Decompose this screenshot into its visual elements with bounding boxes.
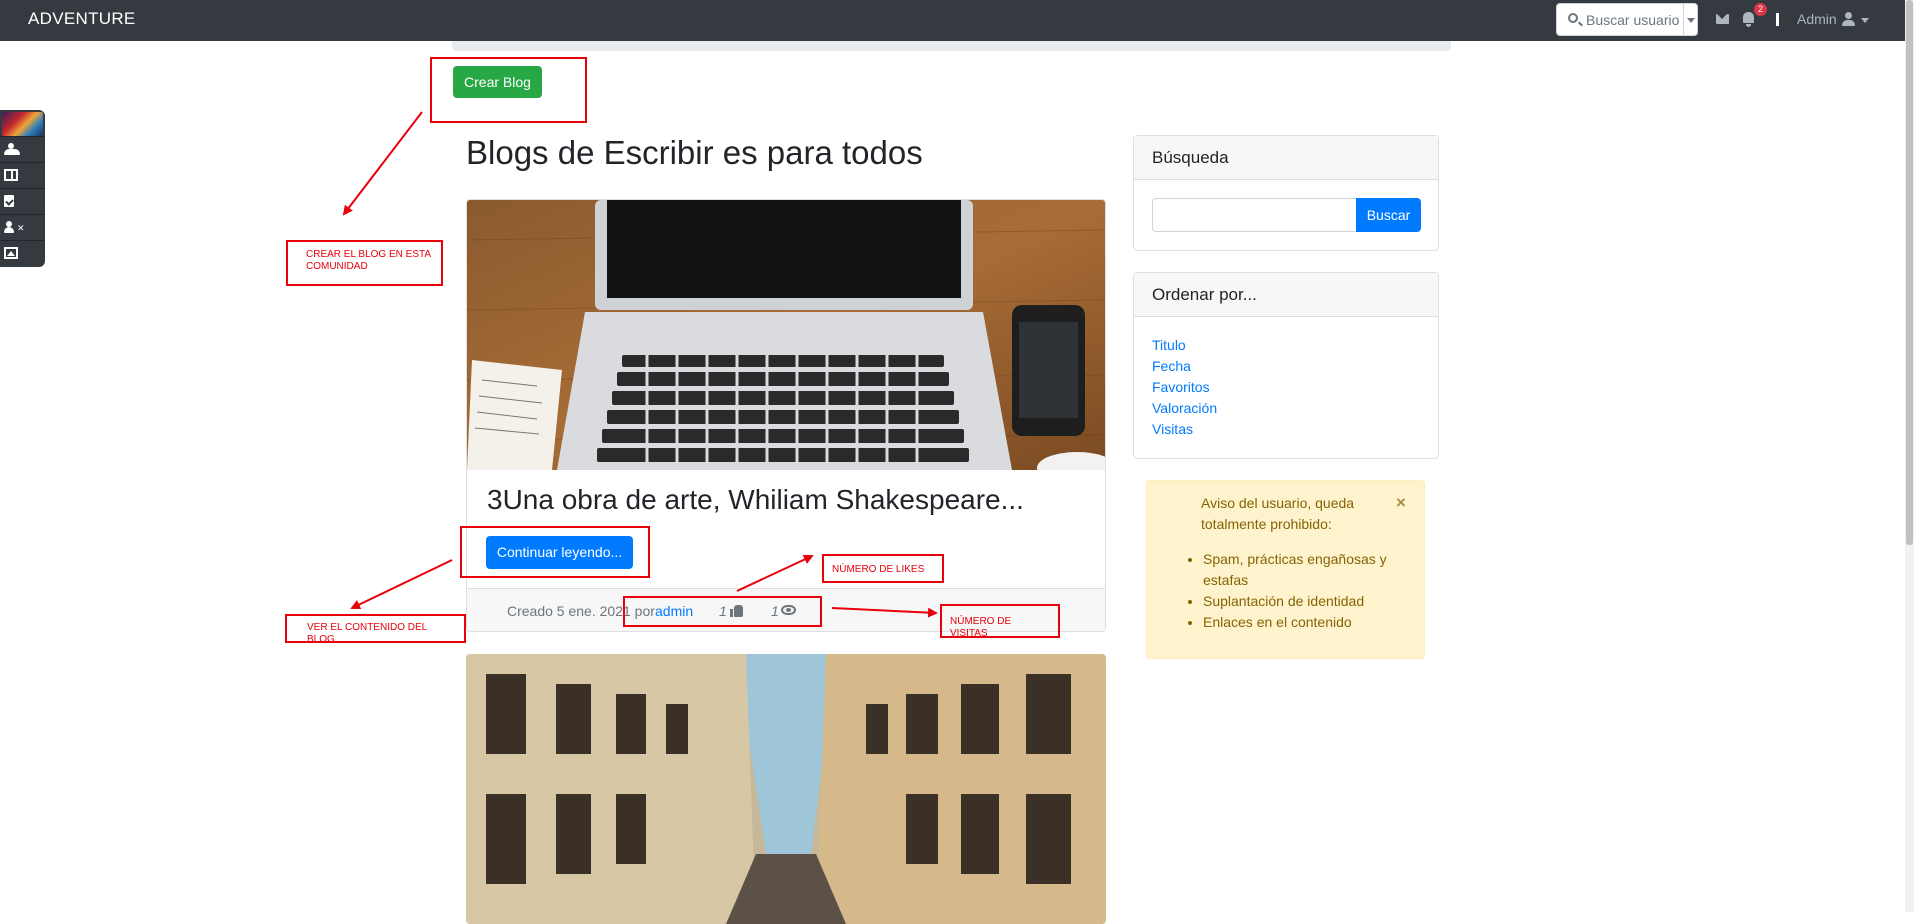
order-link-title[interactable]: Titulo [1152,337,1186,353]
chevron-down-icon[interactable] [1861,18,1869,23]
annotation-view-content: VER EL CONTENIDO DEL BLOG [285,614,466,645]
user-icon[interactable] [1842,12,1855,26]
order-link-date[interactable]: Fecha [1152,358,1191,374]
search-dropdown-toggle[interactable] [1683,3,1698,36]
notice-item: Enlaces en el contenido [1203,612,1425,633]
bell-icon[interactable] [1743,12,1754,27]
scrollbar-thumb[interactable] [1906,0,1913,545]
search-panel: Búsqueda Buscar [1133,135,1439,251]
notification-badge: 2 [1754,3,1767,16]
blog-cover-image[interactable] [467,200,1105,470]
toolbar-item-gallery[interactable] [0,240,45,265]
blog-title[interactable]: 3Una obra de arte, Whiliam Shakespeare..… [487,484,1024,516]
left-toolbar: ✕ [0,110,45,267]
user-search-placeholder: Buscar usuario [1586,12,1680,28]
page-title: Blogs de Escribir es para todos [466,134,923,171]
annotation-box-footer-stats [623,596,822,627]
order-panel: Ordenar por... Titulo Fecha Favoritos Va… [1133,272,1439,459]
book-icon [4,169,18,181]
user-menu-name[interactable]: Admin [1797,11,1837,27]
nav-separator [1776,13,1779,26]
annotation-visits: NÚMERO DE VISITAS [940,604,1060,639]
notice-list: Spam, prácticas engañosas y estafas Supl… [1185,549,1425,633]
toolbar-item-members[interactable] [0,136,45,161]
notice-text: Aviso del usuario, queda totalmente proh… [1201,495,1355,532]
order-panel-header: Ordenar por... [1134,273,1438,317]
notice-item: Spam, prácticas engañosas y estafas [1203,549,1425,591]
blog-search-input[interactable] [1152,198,1357,232]
envelope-icon[interactable] [1716,14,1729,24]
annotation-box-create [430,57,587,123]
notice-item: Suplantación de identidad [1203,591,1425,612]
clipboard-check-icon [4,195,14,207]
user-search-input[interactable]: Buscar usuario [1556,3,1698,36]
page-scrollbar[interactable] [1905,0,1914,912]
user-times-icon: ✕ [4,221,25,234]
toolbar-item-tasks[interactable] [0,188,45,213]
community-image-icon[interactable] [2,112,43,136]
search-panel-header: Búsqueda [1134,136,1438,180]
images-icon [4,247,18,259]
order-link-rating[interactable]: Valoración [1152,400,1217,416]
order-link-visits[interactable]: Visitas [1152,421,1193,437]
order-link-favorites[interactable]: Favoritos [1152,379,1210,395]
close-icon[interactable]: × [1396,493,1406,513]
toolbar-item-banned-users[interactable]: ✕ [0,214,45,239]
top-navbar: ADVENTURE Buscar usuario 2 Admin [0,0,1914,41]
annotation-create-blog: CREAR EL BLOG EN ESTA COMUNIDAD [286,240,443,286]
toolbar-item-blogs[interactable] [0,162,45,187]
top-strip [452,41,1451,51]
brand-logo[interactable]: ADVENTURE [28,9,136,29]
blog-cover-image[interactable] [466,654,1106,924]
search-button[interactable]: Buscar [1356,198,1421,232]
annotation-likes: NÚMERO DE LIKES [822,554,944,583]
users-icon [4,143,20,155]
user-notice-alert: Aviso del usuario, queda totalmente proh… [1146,480,1425,659]
search-icon [1568,13,1578,23]
annotation-box-read-more [460,526,650,578]
